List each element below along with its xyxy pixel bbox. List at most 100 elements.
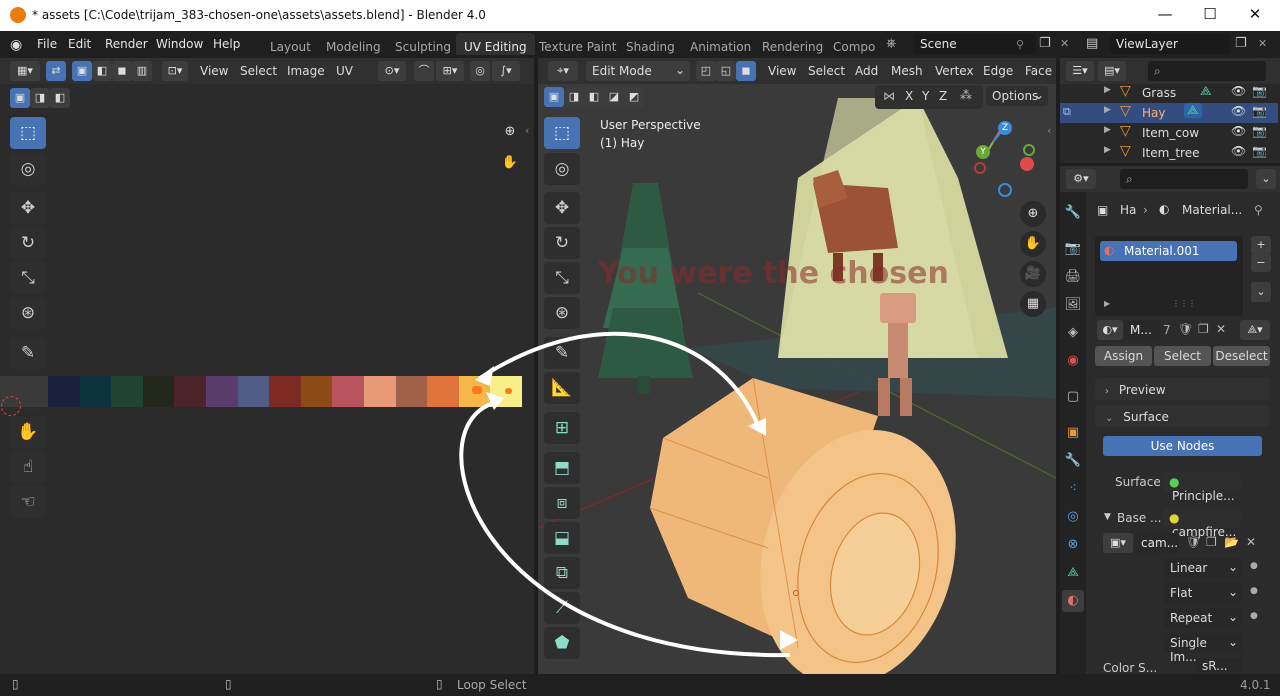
- auto-merge-icon[interactable]: ⁂: [960, 88, 972, 102]
- vp-tool-inset[interactable]: ⧈: [544, 487, 580, 519]
- view-layer-icon[interactable]: ▤: [1086, 36, 1098, 51]
- select-extend-icon[interactable]: ◨: [30, 88, 50, 108]
- navigation-gizmo[interactable]: Z Y: [968, 118, 1040, 202]
- render-icon[interactable]: 📷: [1252, 144, 1267, 158]
- outliner-row[interactable]: ▶ ▽ Grass ⟁ 👁 📷: [1060, 83, 1278, 103]
- tab-uv-editing[interactable]: UV Editing: [456, 33, 535, 55]
- outliner-search[interactable]: ⌕: [1148, 61, 1266, 81]
- uv-menu-image[interactable]: Image: [287, 64, 325, 78]
- duplicate-material-icon[interactable]: ❐: [1198, 322, 1209, 336]
- expand-list-icon[interactable]: ▶: [1104, 299, 1110, 308]
- vp-tool-annotate[interactable]: ✎: [544, 337, 580, 369]
- snap-icon[interactable]: ⌒: [414, 61, 434, 81]
- surface-panel[interactable]: ⌄ Surface: [1095, 405, 1270, 427]
- constraints-properties-icon[interactable]: ⊗: [1062, 534, 1084, 556]
- uv-menu-uv[interactable]: UV: [336, 64, 353, 78]
- world-properties-icon[interactable]: ◉: [1062, 350, 1084, 372]
- sticky-select-icon[interactable]: ⊡▾: [162, 61, 188, 81]
- vp-tool-measure[interactable]: 📐: [544, 372, 580, 404]
- unlink-image-icon[interactable]: ✕: [1246, 535, 1256, 549]
- visibility-icon[interactable]: 👁: [1231, 104, 1246, 118]
- material-name-field[interactable]: M...: [1124, 320, 1160, 340]
- particles-properties-icon[interactable]: ⁖: [1062, 478, 1084, 500]
- source-dropdown[interactable]: Single Im... ⌄: [1164, 633, 1242, 664]
- tab-texture-paint[interactable]: Texture Paint: [531, 33, 624, 55]
- tool-rotate[interactable]: ↻: [10, 227, 46, 259]
- object-properties-icon[interactable]: ▣: [1062, 422, 1084, 444]
- assign-button[interactable]: Assign: [1095, 346, 1152, 366]
- menu-render[interactable]: Render: [105, 37, 148, 51]
- edge-mode-icon[interactable]: ◱: [716, 61, 736, 81]
- viewport-editor-type-icon[interactable]: ⌖▾: [548, 61, 578, 81]
- visibility-icon[interactable]: 👁: [1231, 84, 1246, 98]
- color-space-dropdown[interactable]: sR...: [1196, 658, 1242, 674]
- vp-tool-extrude[interactable]: ⬒: [544, 452, 580, 484]
- gizmo-neg-z[interactable]: [998, 183, 1012, 197]
- gizmo-x[interactable]: [1020, 157, 1034, 171]
- vp-select-invert-icon[interactable]: ◪: [604, 87, 624, 107]
- expand-icon[interactable]: ▶: [1104, 125, 1111, 135]
- properties-options-icon[interactable]: ⌄: [1256, 169, 1276, 189]
- pivot-icon[interactable]: ⊙▾: [378, 61, 406, 81]
- delete-view-layer-icon[interactable]: ✕: [1258, 37, 1267, 50]
- falloff-icon[interactable]: ∫▾: [492, 61, 520, 81]
- gizmo-z[interactable]: Z: [998, 121, 1012, 135]
- image-fake-user-icon[interactable]: 🛡: [1186, 535, 1201, 549]
- axis-z-toggle[interactable]: Z: [939, 89, 947, 103]
- vp-menu-add[interactable]: Add: [855, 64, 878, 78]
- view-layer-properties-icon[interactable]: 🖼: [1062, 294, 1084, 316]
- outliner-row[interactable]: ▶ ▽ Item_tree 👁 📷: [1060, 143, 1278, 163]
- vp-tool-loop-cut[interactable]: ⧉: [544, 557, 580, 589]
- sidebar-toggle-icon[interactable]: ‹: [1047, 124, 1051, 137]
- close-button[interactable]: ✕: [1245, 5, 1265, 23]
- extension-dropdown[interactable]: Repeat ⌄: [1164, 608, 1242, 628]
- face-mode-icon[interactable]: ◼: [736, 61, 756, 81]
- outliner-type-icon[interactable]: ☰▾: [1066, 61, 1094, 81]
- vertex-mode-icon[interactable]: ◰: [696, 61, 716, 81]
- data-properties-icon[interactable]: ⟁: [1062, 562, 1084, 584]
- user-count[interactable]: 7: [1163, 323, 1171, 337]
- physics-properties-icon[interactable]: ◎: [1062, 506, 1084, 528]
- vp-menu-edge[interactable]: Edge: [983, 64, 1013, 78]
- select-subtract-icon[interactable]: ◧: [50, 88, 70, 108]
- material-slot-row[interactable]: ◐ Material.001: [1100, 241, 1237, 261]
- base-expand-icon[interactable]: ▼: [1104, 512, 1111, 522]
- vp-tool-transform[interactable]: ⊛: [544, 297, 580, 329]
- render-icon[interactable]: 📷: [1252, 104, 1267, 118]
- tab-modeling[interactable]: Modeling: [318, 33, 389, 55]
- vp-tool-select-box[interactable]: ⬚: [544, 117, 580, 149]
- visibility-icon[interactable]: 👁: [1231, 144, 1246, 158]
- vertex-select-icon[interactable]: ▣: [72, 61, 92, 81]
- outliner-row[interactable]: ▶ ▽ Item_cow 👁 📷: [1060, 123, 1278, 143]
- vp-menu-face[interactable]: Face: [1025, 64, 1052, 78]
- render-icon[interactable]: 📷: [1252, 124, 1267, 138]
- interpolation-dropdown[interactable]: Linear ⌄: [1164, 558, 1242, 578]
- material-properties-icon[interactable]: ◐: [1062, 590, 1084, 612]
- outliner-item-grass[interactable]: Grass: [1142, 86, 1176, 100]
- face-select-icon[interactable]: ◼: [112, 61, 132, 81]
- base-color-field[interactable]: ● campfire...: [1163, 508, 1241, 539]
- vp-tool-knife[interactable]: ⟋: [544, 592, 580, 624]
- browse-material-button[interactable]: ◐▾: [1097, 320, 1123, 340]
- vp-select-subtract-icon[interactable]: ◧: [584, 87, 604, 107]
- tool-scale[interactable]: ⤡: [10, 262, 46, 294]
- camera-view-icon[interactable]: 🎥: [1020, 261, 1046, 287]
- list-resize-handle[interactable]: ⋮⋮⋮: [1172, 299, 1196, 308]
- gizmo-neg-x[interactable]: [974, 162, 986, 174]
- vp-tool-scale[interactable]: ⤡: [544, 262, 580, 294]
- modifier-properties-icon[interactable]: 🔧: [1062, 450, 1084, 472]
- expand-icon[interactable]: ▶: [1104, 145, 1111, 155]
- tool-grab[interactable]: ✋: [10, 416, 46, 448]
- uv-menu-select[interactable]: Select: [240, 64, 277, 78]
- outliner-item-hay[interactable]: Hay: [1142, 106, 1165, 120]
- tab-rendering[interactable]: Rendering: [754, 33, 831, 55]
- tool-cursor[interactable]: ◎: [10, 153, 46, 185]
- tab-layout[interactable]: Layout: [262, 33, 319, 55]
- render-icon[interactable]: 📷: [1252, 84, 1267, 98]
- visibility-icon[interactable]: 👁: [1231, 124, 1246, 138]
- collection-properties-icon[interactable]: ▢: [1062, 386, 1084, 408]
- vp-pan-icon[interactable]: ✋: [1020, 231, 1046, 257]
- slot-specials-button[interactable]: ⌄: [1251, 282, 1271, 302]
- vp-tool-rotate[interactable]: ↻: [544, 227, 580, 259]
- vp-tool-cursor[interactable]: ◎: [544, 153, 580, 185]
